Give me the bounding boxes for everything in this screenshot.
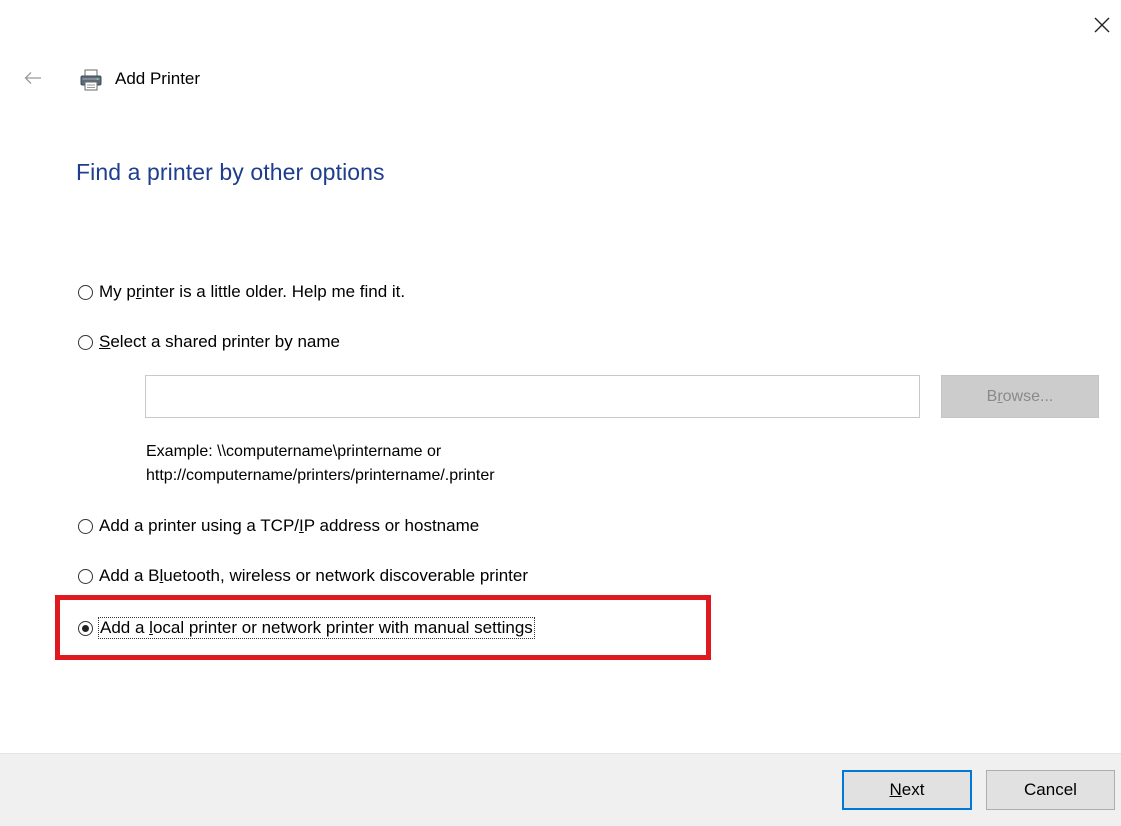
option-bluetooth-printer[interactable]: Add a Bluetooth, wireless or network dis… xyxy=(78,566,528,586)
example-line-1: Example: \\computername\printername or xyxy=(146,443,442,460)
highlight-annotation xyxy=(55,595,711,660)
next-button[interactable]: Next xyxy=(842,770,972,810)
back-button[interactable] xyxy=(22,66,44,90)
radio-button[interactable] xyxy=(78,568,93,584)
example-line-2: http://computername/printers/printername… xyxy=(146,467,495,484)
window-title: Add Printer xyxy=(115,69,201,88)
radio-button[interactable] xyxy=(78,334,93,350)
close-icon xyxy=(1094,17,1110,33)
option-tcpip-printer[interactable]: Add a printer using a TCP/IP address or … xyxy=(78,516,479,536)
browse-button[interactable]: Br owse... xyxy=(941,375,1099,418)
printer-icon xyxy=(80,69,102,91)
close-button[interactable] xyxy=(1090,12,1114,38)
option-label: My printer is a little older. Help me fi… xyxy=(99,282,406,301)
option-label: Select a shared printer by name xyxy=(99,332,340,351)
page-heading: Find a printer by other options xyxy=(76,159,385,185)
option-label: Add a Bluetooth, wireless or network dis… xyxy=(99,566,529,585)
cancel-button[interactable]: Cancel xyxy=(986,770,1115,810)
radio-button[interactable] xyxy=(78,518,93,534)
shared-printer-name-input[interactable] xyxy=(145,375,920,418)
back-arrow-icon xyxy=(24,72,41,84)
option-label: Add a printer using a TCP/IP address or … xyxy=(99,516,480,535)
option-older-printer[interactable]: My printer is a little older. Help me fi… xyxy=(78,282,405,302)
option-shared-printer[interactable]: Select a shared printer by name xyxy=(78,332,340,352)
radio-button[interactable] xyxy=(78,284,93,300)
example-text: Example: \\computername\printername or h… xyxy=(146,440,495,488)
